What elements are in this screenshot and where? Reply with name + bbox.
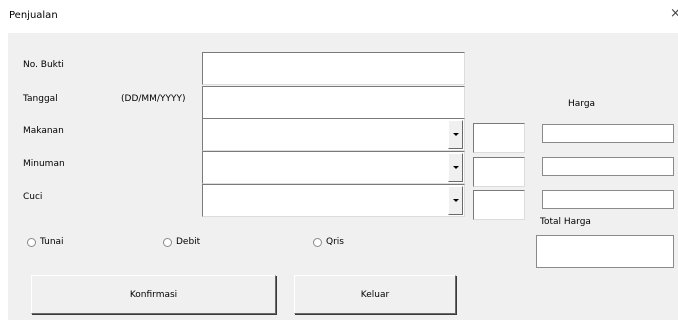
radio-debit-label: Debit [176,237,201,247]
minuman-dropdown-button[interactable] [448,153,463,182]
makanan-dropdown-button[interactable] [448,120,463,149]
tanggal-label: Tanggal [23,94,58,104]
harga-header: Harga [568,99,596,109]
radio-qris[interactable]: Qris [313,237,344,247]
makanan-dropdown[interactable] [202,118,465,151]
tanggal-format-hint: (DD/MM/YYYY) [121,94,186,104]
radio-circle-icon [27,237,36,247]
cuci-harga-input[interactable] [542,190,674,209]
makanan-qty-input[interactable] [473,123,525,153]
cuci-dropdown[interactable] [202,184,465,217]
radio-qris-label: Qris [326,237,344,247]
cuci-dropdown-button[interactable] [448,186,463,215]
radio-debit[interactable]: Debit [163,237,200,247]
form-body: No. Bukti Tanggal (DD/MM/YYYY) Harga Mak… [8,33,678,320]
keluar-button[interactable]: Keluar [294,275,456,314]
konfirmasi-button[interactable]: Konfirmasi [31,275,276,314]
title-bar: Penjualan × [0,0,678,32]
cuci-label: Cuci [23,192,43,202]
chevron-down-icon [453,199,459,202]
chevron-down-icon [453,166,459,169]
total-harga-label: Total Harga [540,217,591,227]
chevron-down-icon [453,133,459,136]
cuci-qty-input[interactable] [473,190,525,220]
no-bukti-input[interactable] [202,52,465,85]
total-harga-input[interactable] [536,235,674,268]
radio-tunai[interactable]: Tunai [27,237,64,247]
radio-circle-icon [163,237,172,247]
tanggal-input[interactable] [202,86,465,119]
close-icon[interactable]: × [670,7,678,20]
minuman-label: Minuman [23,159,65,169]
radio-circle-icon [313,237,322,247]
window-title: Penjualan [9,10,58,21]
minuman-harga-input[interactable] [542,157,674,176]
no-bukti-label: No. Bukti [23,60,64,70]
minuman-qty-input[interactable] [473,157,525,187]
makanan-harga-input[interactable] [542,124,674,143]
radio-tunai-label: Tunai [40,237,64,247]
makanan-label: Makanan [23,126,64,136]
minuman-dropdown[interactable] [202,151,465,184]
